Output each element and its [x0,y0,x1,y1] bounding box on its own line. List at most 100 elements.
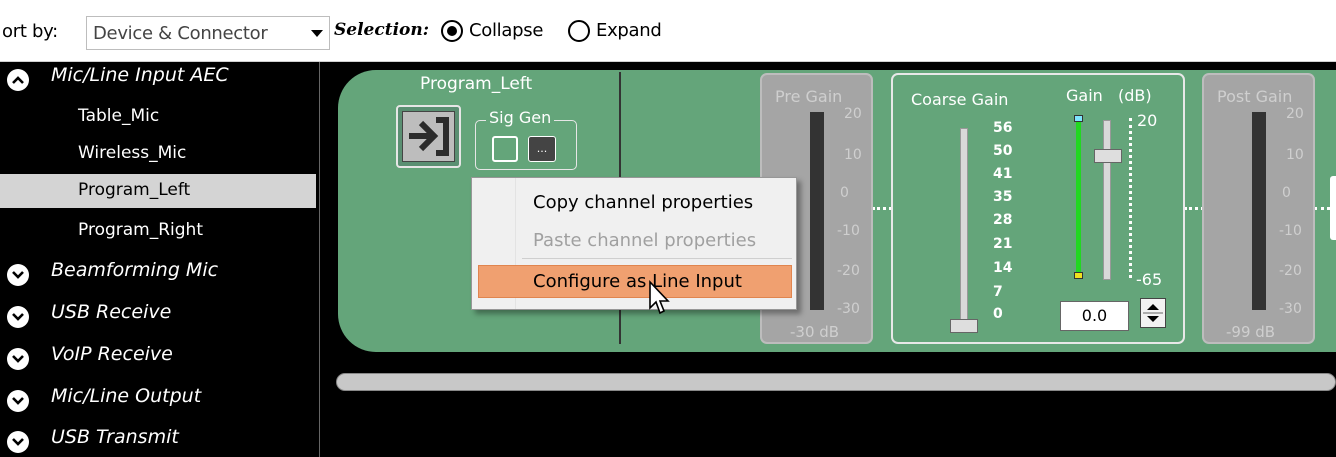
sort-by-label: ort by: [2,21,58,42]
post-gain-title: Post Gain [1217,87,1293,106]
chevron-down-icon[interactable] [7,431,29,453]
horizontal-scrollbar[interactable] [336,373,1336,391]
tree-category-label: USB Receive [51,301,172,323]
menu-item-label: Copy channel properties [533,192,754,213]
gain-unit: (dB) [1118,86,1152,105]
tree-category-voip-receive[interactable]: VoIP Receive [0,341,316,375]
tree-category-label: VoIP Receive [51,343,173,365]
chevron-down-icon[interactable] [7,306,29,328]
signal-connector [872,207,892,210]
gain-meter-bottom-marker [1074,272,1083,279]
signal-connector [1184,207,1204,210]
selection-label: Selection: [334,20,430,40]
coarse-gain-title: Coarse Gain [911,90,1009,109]
post-gain-panel: Post Gain 20 10 0 -10 -20 -30 -99 dB [1202,73,1315,344]
post-gain-readout: -99 dB [1226,323,1276,341]
sig-gen-label: Sig Gen [486,108,555,127]
pre-gain-tick: 10 [844,147,862,163]
chevron-up-icon[interactable] [7,69,29,91]
coarse-gain-slider-thumb[interactable] [950,319,978,333]
post-gain-tick: -10 [1279,223,1302,239]
channel-tree: Mic/Line Input AEC Table_Mic Wireless_Mi… [0,62,320,457]
tree-category-label: Mic/Line Output [51,385,202,407]
tree-category-label: USB Transmit [51,426,179,448]
coarse-gain-tick: 50 [993,143,1013,159]
pre-gain-tick: -30 [837,301,860,317]
tree-item-label: Program_Right [78,220,203,240]
tree-item-label: Program_Left [78,180,191,200]
coarse-gain-slider-track[interactable] [960,128,968,328]
sig-gen-checkbox[interactable] [492,136,518,162]
sig-gen-group [475,120,577,170]
collapse-radio[interactable] [441,20,463,42]
tree-item-table-mic[interactable]: Table_Mic [0,100,316,134]
gain-level-meter [1076,118,1081,274]
pre-gain-tick: -20 [837,263,860,279]
gain-slider-thumb[interactable] [1094,149,1122,163]
chevron-down-icon[interactable] [7,264,29,286]
menu-item-label: Configure as Line Input [533,271,742,292]
sig-gen-settings-button[interactable]: ... [528,136,556,162]
next-panel-edge [1330,176,1336,240]
pre-gain-tick: 20 [844,106,862,122]
input-source-button[interactable] [396,105,461,168]
post-gain-tick: 0 [1282,185,1291,201]
tree-category-mic-line-input-aec[interactable]: Mic/Line Input AEC [0,62,316,96]
tree-category-usb-transmit[interactable]: USB Transmit [0,424,316,457]
gain-min-label: -65 [1136,270,1163,289]
gain-scale-ticks [1129,118,1132,278]
tree-item-program-left[interactable]: Program_Left [0,174,316,208]
tree-category-label: Mic/Line Input AEC [51,64,229,86]
pre-gain-tick: 0 [840,185,849,201]
gain-meter-top-marker [1074,115,1083,122]
input-arrow-icon [402,111,455,162]
sort-by-value: Device & Connector [93,23,268,44]
radio-selected-dot [447,26,457,36]
gain-value-field[interactable]: 0.0 [1060,301,1129,331]
mouse-cursor-icon [649,280,670,315]
coarse-gain-tick: 41 [993,166,1013,182]
app-root: ort by: Device & Connector Selection: Co… [0,0,1336,457]
pre-gain-meter [810,112,824,310]
menu-separator [522,258,792,259]
post-gain-meter [1252,112,1266,310]
tree-category-usb-receive[interactable]: USB Receive [0,299,316,333]
menu-item-paste-channel-properties[interactable]: Paste channel properties [478,224,792,257]
coarse-gain-tick: 0 [993,306,1003,322]
tree-item-wireless-mic[interactable]: Wireless_Mic [0,137,316,171]
coarse-gain-tick: 21 [993,236,1013,252]
expand-radio[interactable] [568,20,590,42]
gain-spinner[interactable] [1140,298,1166,328]
pre-gain-title: Pre Gain [775,87,843,106]
menu-item-copy-channel-properties[interactable]: Copy channel properties [478,186,792,219]
dropdown-arrow-icon [311,30,323,37]
toolbar: ort by: Device & Connector Selection: Co… [0,0,1336,62]
collapse-radio-label[interactable]: Collapse [469,20,543,41]
post-gain-tick: -30 [1279,301,1302,317]
gain-slider-track[interactable] [1103,120,1111,280]
coarse-gain-tick: 56 [993,120,1013,136]
post-gain-tick: -20 [1279,263,1302,279]
chevron-down-icon[interactable] [7,348,29,370]
tree-category-mic-line-output[interactable]: Mic/Line Output [0,383,316,417]
coarse-gain-tick: 28 [993,212,1013,228]
tree-category-beamforming-mic[interactable]: Beamforming Mic [0,257,316,291]
coarse-gain-tick: 14 [993,260,1013,276]
tree-item-label: Wireless_Mic [78,143,187,163]
coarse-gain-tick: 7 [993,284,1003,300]
pre-gain-tick: -10 [837,223,860,239]
pre-gain-readout: -30 dB [790,323,840,341]
tree-category-label: Beamforming Mic [51,259,219,281]
expand-radio-label[interactable]: Expand [596,20,662,41]
menu-item-label: Paste channel properties [533,230,757,251]
tree-item-label: Table_Mic [78,106,160,126]
context-menu: Copy channel properties Paste channel pr… [471,177,797,310]
coarse-gain-tick: 35 [993,189,1013,205]
post-gain-tick: 10 [1286,147,1304,163]
tree-item-program-right[interactable]: Program_Right [0,214,316,248]
sort-by-dropdown[interactable]: Device & Connector [86,16,330,50]
chevron-down-icon[interactable] [7,390,29,412]
menu-item-configure-as-line-input[interactable]: Configure as Line Input [478,265,792,298]
gain-title: Gain [1066,86,1103,105]
post-gain-tick: 20 [1286,106,1304,122]
